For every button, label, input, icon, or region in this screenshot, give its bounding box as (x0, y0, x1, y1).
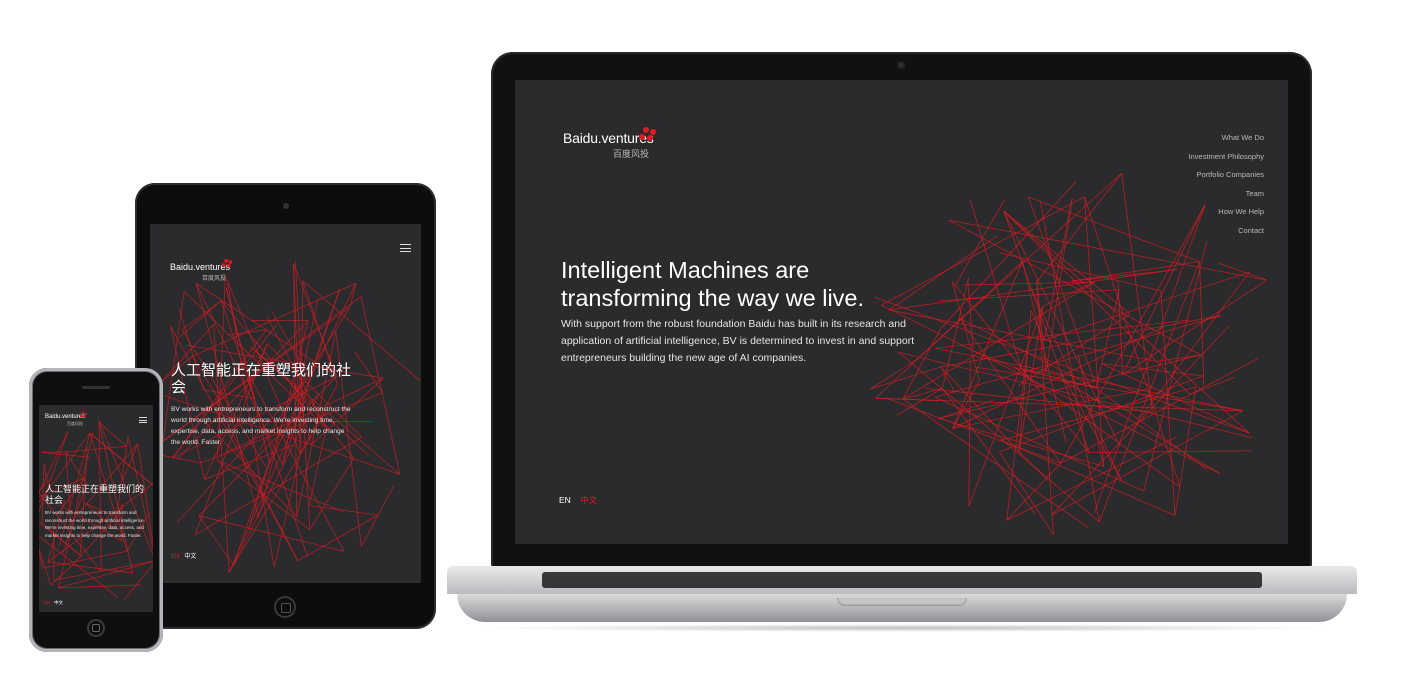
laptop-device: Baidu.ventures 百度风投 What We Do Investmen… (491, 52, 1312, 568)
language-switcher: EN 中文 (171, 551, 196, 560)
hero-body: BV works with entrepreneurs to transform… (171, 406, 351, 446)
lang-zh-link[interactable]: 中文 (580, 495, 597, 505)
camera-icon (283, 203, 289, 209)
brand-logo[interactable]: Baidu.ventures 百度风投 (170, 259, 233, 282)
tablet-device: Baidu.ventures 百度风投 人工智能正在重塑我们的社会 BV wor… (135, 183, 436, 629)
language-switcher: EN 中文 (44, 600, 63, 606)
brand-name-cn: 百度风投 (202, 276, 227, 282)
nav-item-contact[interactable]: Contact (1189, 226, 1264, 245)
lang-en-link[interactable]: EN (44, 600, 50, 605)
nav-item-how-we-help[interactable]: How We Help (1189, 207, 1264, 226)
trackpad-notch (837, 598, 967, 606)
language-switcher: EN 中文 (559, 494, 597, 506)
brand-name-cn: 百度风投 (67, 421, 83, 426)
laptop-shadow (470, 624, 1340, 632)
home-button[interactable] (274, 596, 296, 618)
lang-en-link[interactable]: EN (171, 554, 179, 560)
nav-item-team[interactable]: Team (1189, 189, 1264, 208)
brand-logo[interactable]: Baidu.ventures 百度风投 (563, 127, 656, 159)
hamburger-icon[interactable] (400, 244, 411, 252)
hero-headline-line1: Intelligent Machines are (561, 257, 810, 283)
phone-screen: Baidu.ventures 百度风投 人工智能正在重塑我们的社会 BV wor… (39, 405, 153, 612)
phone-device: Baidu.ventures 百度风投 人工智能正在重塑我们的社会 BV wor… (29, 368, 163, 652)
brand-name: Baidu.ventures (170, 262, 231, 272)
brand-name-cn: 百度风投 (613, 149, 650, 159)
hero-body: With support from the robust foundation … (561, 318, 915, 364)
hero-headline: Intelligent Machines are transforming th… (561, 256, 941, 312)
main-nav: What We Do Investment Philosophy Portfol… (1189, 133, 1264, 244)
lang-zh-link[interactable]: 中文 (54, 600, 63, 605)
hamburger-icon[interactable] (139, 417, 147, 423)
laptop-screen: Baidu.ventures 百度风投 What We Do Investmen… (515, 80, 1288, 544)
hero-headline-line2: transforming the way we live. (561, 285, 865, 311)
tablet-screen: Baidu.ventures 百度风投 人工智能正在重塑我们的社会 BV wor… (150, 224, 421, 583)
speaker-grille (82, 386, 110, 389)
laptop-base (447, 566, 1357, 626)
nav-item-portfolio-companies[interactable]: Portfolio Companies (1189, 170, 1264, 189)
brand-logo[interactable]: Baidu.ventures 百度风投 (45, 412, 87, 426)
home-button[interactable] (87, 619, 105, 637)
nav-item-what-we-do[interactable]: What We Do (1189, 133, 1264, 152)
camera-icon (897, 61, 905, 69)
hero-headline: 人工智能正在重塑我们的社会 (45, 484, 145, 505)
hero-headline: 人工智能正在重塑我们的社会 (171, 362, 352, 396)
hero-body: BV works with entrepreneurs to transform… (45, 510, 145, 538)
lang-zh-link[interactable]: 中文 (184, 554, 196, 560)
lang-en-link[interactable]: EN (559, 495, 571, 505)
keyboard (542, 572, 1262, 588)
nav-item-investment-philosophy[interactable]: Investment Philosophy (1189, 152, 1264, 171)
